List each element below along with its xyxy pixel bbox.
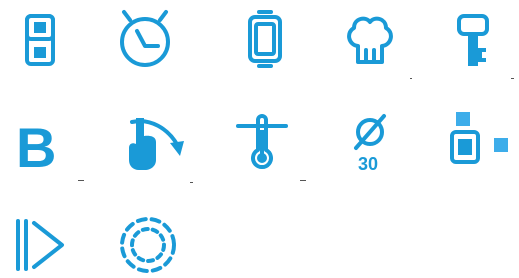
double-square-icon [10,10,70,70]
diameter-icon: 30 [340,112,400,174]
svg-text:30: 30 [358,154,378,174]
chef-hat-icon [340,10,400,70]
tiny-mark [190,182,193,183]
tiny-mark [78,180,84,181]
alarm-clock-icon [115,8,175,68]
play-step-icon [10,215,70,275]
svg-text:B: B [16,116,56,179]
letter-b-icon: B [10,115,70,179]
tiny-mark [511,78,514,79]
key-icon [450,10,510,70]
tiny-mark [300,180,306,181]
baking-tray-icon [235,8,295,68]
thermometer-icon [232,112,292,172]
finger-tap-arrow-icon [118,112,184,172]
dashed-circle-icon [118,215,178,275]
zone-squares-icon [450,110,510,170]
tiny-mark [410,78,412,79]
